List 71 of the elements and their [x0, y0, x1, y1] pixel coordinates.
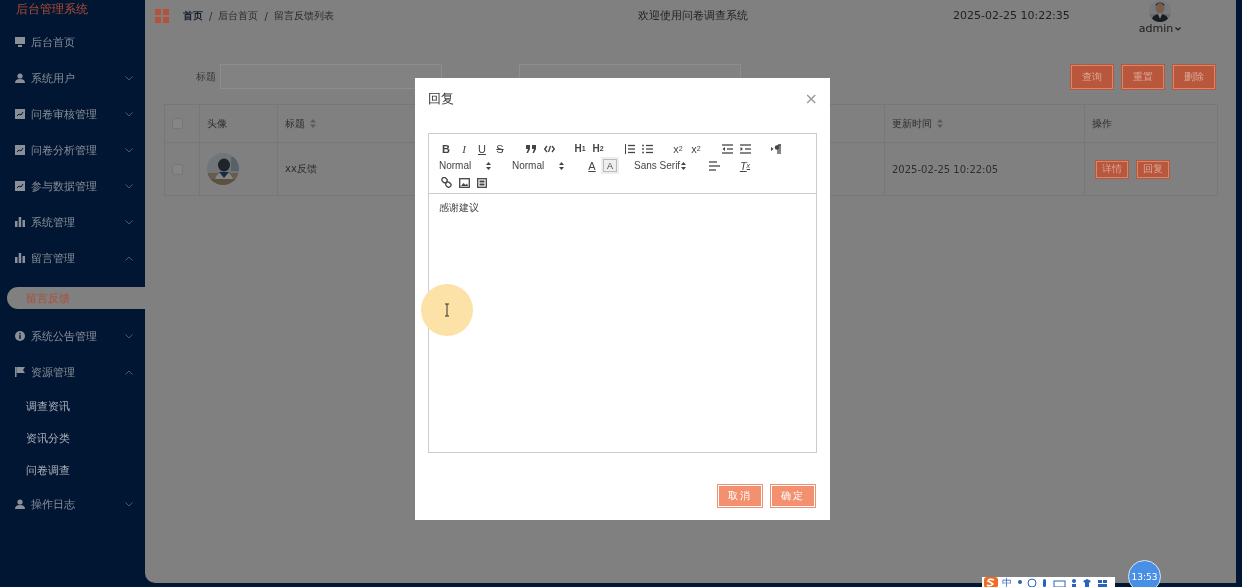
breadcrumb-separator: / [264, 10, 268, 22]
outdent-icon[interactable] [721, 143, 733, 154]
menu-item[interactable]: 问卷审核管理 [0, 96, 145, 132]
caret-icon [1175, 26, 1182, 31]
bullet-list-icon[interactable] [641, 143, 653, 154]
menu-item[interactable]: 系统管理 [0, 204, 145, 240]
dialog-title: 回复 [428, 90, 454, 108]
menu-item[interactable]: 参与数据管理 [0, 168, 145, 204]
format-dropdown[interactable]: Normal [510, 157, 570, 174]
monitor-icon [15, 37, 25, 47]
info-icon [15, 331, 25, 341]
background-color-button[interactable]: A [601, 157, 619, 174]
welcome-text: 欢迎使用问卷调查系统 [638, 8, 749, 24]
quote-icon[interactable] [526, 144, 536, 153]
link-icon[interactable] [440, 177, 452, 188]
format-dropdown[interactable]: Normal [437, 157, 497, 174]
column-header: 操作 [1092, 116, 1112, 131]
table-cell: 2025-02-25 10:22:05 [892, 163, 999, 175]
video-icon[interactable] [477, 177, 487, 188]
breadcrumb-link[interactable]: 留言反馈列表 [273, 9, 334, 23]
code-icon[interactable] [543, 144, 555, 153]
menu-item[interactable]: 资源管理 [0, 354, 145, 390]
breadcrumb-link[interactable]: 后台首页 [218, 9, 259, 23]
datetime-text: 2025-02-25 10:22:35 [953, 8, 1071, 24]
submenu-item[interactable]: 调查资讯 [0, 390, 145, 422]
bar-chart-icon [15, 217, 25, 227]
table-cell: xx反馈 [285, 162, 317, 176]
sort-icon [681, 161, 686, 170]
editor-text: 感谢建议 [439, 202, 479, 213]
script-button[interactable]: x$^{2}$ [687, 140, 705, 157]
sort-icon [559, 161, 564, 170]
ime-toolbar[interactable]: 中 [982, 577, 1115, 587]
numbered-list-icon[interactable] [623, 143, 635, 154]
submenu-item[interactable]: 问卷调查 [0, 454, 145, 486]
format-dropdown[interactable]: Sans Serif [632, 157, 692, 174]
ime-logo-icon[interactable] [984, 577, 998, 587]
indent-icon[interactable] [739, 143, 751, 154]
column-header: 头像 [207, 116, 227, 131]
align-left-icon[interactable] [708, 160, 720, 171]
chart-icon [15, 181, 25, 191]
field-label: 标题 [196, 69, 216, 84]
chart-icon [15, 109, 25, 119]
underline-button[interactable]: U [473, 140, 491, 157]
menu-item[interactable]: 留言管理 [0, 240, 145, 276]
menu-item[interactable]: 问卷分析管理 [0, 132, 145, 168]
strikethrough-button[interactable]: S [491, 140, 509, 157]
bold-button[interactable]: B [437, 140, 455, 157]
chart-icon [15, 145, 25, 155]
column-header: 标题 [285, 116, 305, 131]
sort-icon [486, 161, 491, 170]
pilcrow-icon[interactable] [771, 143, 781, 154]
italic-button[interactable]: I [455, 140, 473, 157]
menu-item[interactable]: 系统公告管理 [0, 318, 145, 354]
input-field[interactable] [220, 64, 442, 89]
breadcrumb-link[interactable]: 首页 [183, 9, 203, 23]
user-icon [15, 73, 25, 83]
breadcrumb-separator: / [209, 10, 213, 22]
bar-chart-icon [15, 253, 25, 263]
menu-item[interactable]: 系统用户 [0, 60, 145, 96]
image-icon[interactable] [458, 177, 470, 188]
user-icon [15, 499, 25, 509]
column-header: 更新时间 [892, 116, 932, 131]
submenu-item[interactable]: 资讯分类 [0, 422, 145, 454]
user-menu[interactable]: admin [1138, 22, 1182, 35]
menu-item[interactable]: 后台首页 [0, 24, 145, 60]
app-title: 后台管理系统 [15, 1, 89, 18]
text-color-button[interactable]: A [583, 157, 601, 174]
flag-icon [15, 367, 25, 377]
menu-item[interactable]: 操作日志 [0, 486, 145, 522]
cursor-highlight [421, 284, 473, 336]
input-mode-text[interactable]: 中 [1002, 577, 1012, 587]
